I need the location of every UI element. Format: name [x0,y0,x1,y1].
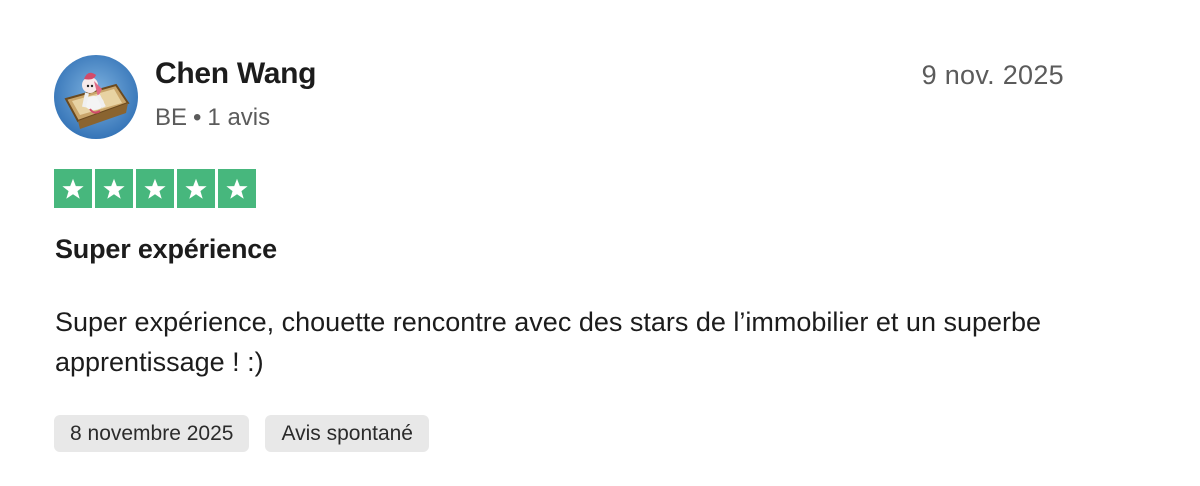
review-body: Super expérience, chouette rencontre ave… [55,307,1042,377]
reviewer-avatar[interactable] [54,55,138,139]
star-icon [226,178,248,199]
reviewer-review-count: 1 avis [207,104,271,131]
tag-experience-date: 8 novembre 2025 [54,415,250,452]
star-icon [185,178,207,199]
star-box [54,169,92,208]
review-tags: 8 novembre 2025 Avis spontané [54,415,429,452]
review-title: Super expérience [55,234,277,264]
star-box [95,169,133,208]
star-icon [103,178,125,199]
user-avatar-cartoon-icon [54,55,138,139]
star-icon [144,178,166,199]
review-card: Chen Wang BE • 1 avis 9 nov. 2025 Super … [0,0,1200,486]
meta-separator: • [193,104,202,131]
star-box [218,169,256,208]
star-icon [62,178,84,199]
review-date: 9 nov. 2025 [921,60,1064,90]
reviewer-country: BE [155,104,188,131]
star-box [177,169,215,208]
reviewer-meta: BE • 1 avis [155,103,270,133]
reviewer-name[interactable]: Chen Wang [155,56,316,92]
star-rating [54,169,256,208]
tag-review-type[interactable]: Avis spontané [265,415,429,452]
star-box [136,169,174,208]
